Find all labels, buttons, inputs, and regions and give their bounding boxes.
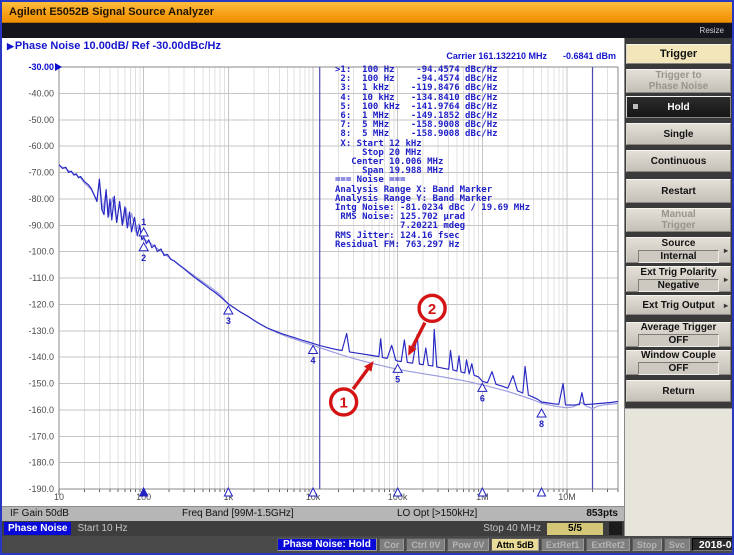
status-chip-stop: Stop [631,538,662,551]
y-axis-tick-label: -70.00 [28,168,54,178]
y-axis-tick-label: -120.0 [28,299,54,309]
y-axis-tick-label: -160.0 [28,405,54,415]
y-axis-tick-label: -100.0 [28,247,54,257]
softkey-continuous[interactable]: Continuous [626,150,731,172]
status-spacer [6,538,275,551]
panel-empty-area [625,408,732,536]
app-window: Agilent E5052B Signal Source Analyzer Re… [0,0,734,555]
y-axis-tick-label: -180.0 [28,458,54,468]
softkey-window-couple[interactable]: Window Couple OFF [626,350,731,375]
y-axis-tick-label: -40.00 [28,88,54,98]
softkey-trigger-to-phase-noise: Trigger to Phase Noise [626,69,731,93]
trace-info-readout: ▶Phase Noise 10.00dB/ Ref -30.00dBc/Hz [7,40,221,52]
status-chip-ctrl: Ctrl 0V [406,538,446,551]
trace-marker-number: 4 [311,356,316,366]
x-axis-tick-label: 10 [54,492,64,502]
status-chip-svc: Svc [663,538,690,551]
status-datetime: 2018-08-27 19:46 [691,538,732,551]
softkey-restart[interactable]: Restart [626,179,731,203]
titlebar[interactable]: Agilent E5052B Signal Source Analyzer [2,2,732,23]
points-readout: 853pts [586,508,618,519]
submenu-arrow-icon: ▸ [723,275,728,284]
active-trace-icon: ▶ [7,41,14,51]
softkey-single[interactable]: Single [626,123,731,145]
softkey-ext-trig-output[interactable]: Ext Trig Output ▸ [626,295,731,315]
y-axis-tick-label: -110.0 [29,273,54,283]
if-gain-readout: IF Gain 50dB [10,508,69,519]
trace-marker-number: 5 [395,374,400,384]
status-chip-pow: Pow 0V [447,538,490,551]
x-axis-tick-label: 10M [558,492,576,502]
y-axis-tick-label: -140.0 [28,352,54,362]
softkey-panel: Trigger Trigger to Phase Noise Hold Sing… [624,38,732,536]
carrier-power: -0.6841 dBm [562,51,616,61]
phase-noise-chart: ▶Phase Noise 10.00dB/ Ref -30.00dBc/Hz C… [2,38,624,506]
measurement-mode-badge: Phase Noise [4,522,72,535]
plot-svg: -30.00 -40.00 -50.00 -60.00 -70.00 -80.00 -90.… [28,62,619,502]
sweep-stop-readout: Stop 40 MHz [483,523,541,534]
softkey-menu-title: Trigger [626,44,731,64]
freq-band-readout: Freq Band [99M-1.5GHz] [182,508,294,519]
carrier-readout: Carrier 161.132210 MHz -0.6841 dBm [446,51,616,61]
annotation-number: 1 [339,394,347,411]
y-axis-tick-label: -80.00 [28,194,54,204]
y-axis-tick-label: -170.0 [28,431,54,441]
status-chip-attn: Attn 5dB [491,538,539,551]
y-axis-tick-label: -150.0 [28,379,54,389]
average-count-badge: 5/5 [547,522,603,535]
y-axis-tick-label: -190.0 [28,484,54,494]
trace-scale-label: Phase Noise 10.00dB/ Ref -30.00dBc/Hz [14,40,221,52]
measurement-info-bar: IF Gain 50dB Freq Band [99M-1.5GHz] LO O… [2,506,624,521]
status-measurement-state: Phase Noise: Hold [277,538,377,551]
sweep-start-readout: Start 10 Hz [77,523,128,534]
softkey-hold[interactable]: Hold [626,96,731,118]
carrier-frequency: Carrier 161.132210 MHz [446,51,547,61]
status-chip-extref1: ExtRef1 [540,538,585,551]
resize-button[interactable]: Resize [700,26,724,35]
trace-marker-number: 1 [141,217,146,227]
trace-marker-number: 8 [539,419,544,429]
submenu-arrow-icon: ▸ [723,301,728,310]
window-title: Agilent E5052B Signal Source Analyzer [9,6,214,18]
annotation-arrow [351,368,370,391]
sweep-indicator [609,522,622,535]
annotation-number: 2 [428,301,436,318]
y-axis-tick-label: -30.00 [28,62,54,72]
softkey-manual-trigger: Manual Trigger [626,208,731,232]
lo-opt-readout: LO Opt [>150kHz] [397,508,478,519]
y-axis-tick-label: -90.00 [28,220,54,230]
trace-marker-number: 2 [141,253,146,263]
trace-marker-number: 3 [226,316,231,326]
y-axis-tick-label: -60.00 [28,141,54,151]
status-bar: Phase Noise: Hold Cor Ctrl 0V Pow 0V Att… [2,536,732,553]
softkey-return[interactable]: Return [626,380,731,402]
y-axis-tick-label: -50.00 [28,115,54,125]
softkey-average-trigger[interactable]: Average Trigger OFF [626,322,731,347]
status-chip-extref2: ExtRef2 [586,538,630,551]
trace-marker-icon [222,304,234,315]
softkey-ext-trig-polarity[interactable]: Ext Trig Polarity Negative ▸ [626,266,731,292]
selected-bullet-icon [633,104,638,109]
status-chip-cor: Cor [378,538,405,551]
trace-marker-number: 6 [480,393,485,403]
softkey-source[interactable]: Source Internal ▸ [626,237,731,263]
submenu-arrow-icon: ▸ [723,246,728,255]
sweep-bar: Phase Noise Start 10 Hz Stop 40 MHz 5/5 [2,521,624,536]
menubar: Resize [2,23,732,38]
y-axis-tick-label: -130.0 [28,326,54,336]
